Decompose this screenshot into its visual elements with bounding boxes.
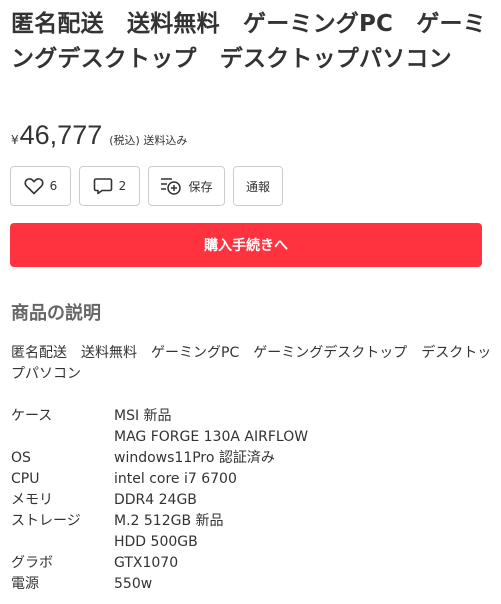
spec-row: HDD 500GB (11, 532, 493, 553)
spec-row: メモリ DDR4 24GB (11, 490, 493, 511)
spec-label: グラボ (11, 555, 53, 571)
spec-value: DDR4 24GB (114, 492, 197, 508)
spec-value: MAG FORGE 130A AIRFLOW (114, 429, 309, 445)
spec-value: HDD 500GB (114, 534, 198, 550)
spec-value: GTX1070 (114, 555, 179, 571)
spec-label (11, 532, 114, 553)
spec-value: windows11Pro 認証済み (114, 450, 275, 466)
description-heading: 商品の説明 (11, 303, 101, 324)
save-icon (161, 178, 182, 195)
heart-icon (24, 178, 44, 195)
action-bar: 6 2 保存 通報 (10, 166, 283, 206)
spec-label: メモリ (11, 492, 53, 508)
save-button[interactable]: 保存 (148, 166, 225, 206)
price-currency: ¥ (11, 133, 19, 147)
description-text: 匿名配送 送料無料 ゲーミングPC ゲーミングデスクトップ デスクトップパソコン (11, 345, 492, 382)
comment-icon (93, 178, 112, 195)
product-title: 匿名配送 送料無料 ゲーミングPC ゲーミングデスクトップ デスクトップパソコン (11, 11, 486, 72)
price-row: ¥ 46,777 (税込) 送料込み (11, 120, 187, 154)
spec-value: M.2 512GB 新品 (114, 513, 224, 529)
spec-row: CPU intel core i7 6700 (11, 469, 493, 490)
spec-value: MSI 新品 (114, 408, 172, 424)
spec-row: グラボ GTX1070 (11, 553, 493, 574)
description-body: 匿名配送 送料無料 ゲーミングPC ゲーミングデスクトップ デスクトップパソコン… (11, 343, 493, 595)
spec-row: OS windows11Pro 認証済み (11, 448, 493, 469)
report-button[interactable]: 通報 (233, 166, 283, 206)
like-button[interactable]: 6 (10, 166, 71, 206)
price-note: (税込) 送料込み (109, 134, 188, 147)
comment-button[interactable]: 2 (79, 166, 140, 206)
like-count: 6 (49, 179, 58, 193)
spec-label: CPU (11, 471, 40, 487)
spec-row: 電源 550w (11, 574, 493, 595)
item-page: 匿名配送 送料無料 ゲーミングPC ゲーミングデスクトップ デスクトップパソコン… (0, 0, 501, 604)
report-label: 通報 (245, 179, 270, 194)
spec-label: ケース (11, 408, 53, 424)
spec-label (11, 427, 114, 448)
price-value: 46,777 (19, 120, 103, 150)
spec-value: intel core i7 6700 (114, 471, 237, 487)
comment-count: 2 (118, 179, 127, 193)
spec-row: MAG FORGE 130A AIRFLOW (11, 427, 493, 448)
spec-label: OS (11, 450, 31, 466)
save-label: 保存 (188, 179, 213, 194)
spec-value: 550w (114, 576, 153, 592)
purchase-button[interactable]: 購入手続きへ (10, 223, 482, 267)
spec-label: 電源 (11, 576, 39, 592)
spec-row: ケース MSI 新品 (11, 406, 493, 427)
spec-label: ストレージ (11, 513, 81, 529)
spec-row: ストレージ M.2 512GB 新品 (11, 511, 493, 532)
